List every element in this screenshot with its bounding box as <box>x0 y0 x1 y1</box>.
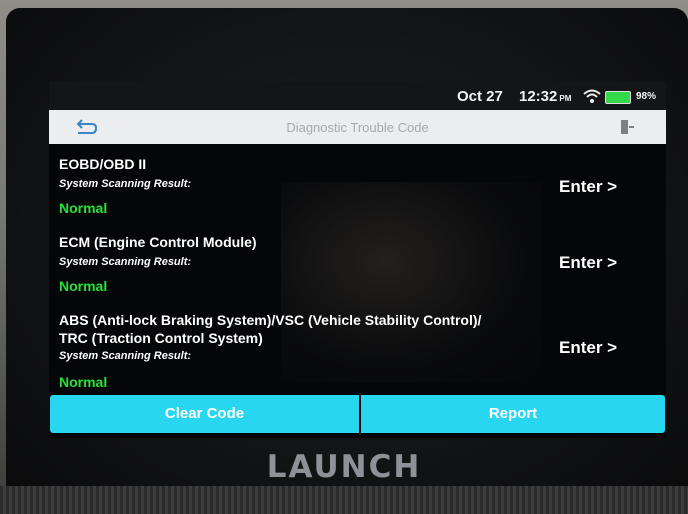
device-rim <box>0 486 688 514</box>
title-bar: Diagnostic Trouble Code <box>49 110 666 144</box>
status-date: Oct 27 <box>457 88 503 105</box>
system-name-abs-line1: ABS (Anti-lock Braking System)/VSC (Vehi… <box>59 312 482 328</box>
battery-icon <box>605 91 631 104</box>
scan-result-label: System Scanning Result: <box>59 178 192 190</box>
enter-button-abs[interactable]: Enter > <box>559 338 617 358</box>
scan-result-value: Normal <box>59 200 108 216</box>
scan-result-value: Normal <box>59 278 108 294</box>
scan-result-label: System Scanning Result: <box>59 350 192 362</box>
clear-code-button[interactable]: Clear Code <box>50 395 359 433</box>
enter-button-eobd[interactable]: Enter > <box>559 177 617 197</box>
brand-logo: LAUNCH <box>266 449 422 485</box>
scan-result-value: Normal <box>59 374 108 390</box>
system-name-abs-line2: TRC (Traction Control System) <box>59 330 263 346</box>
wifi-icon <box>583 89 601 103</box>
status-time: 12:32 PM <box>519 88 571 105</box>
report-button[interactable]: Report <box>361 395 665 433</box>
system-name-ecm: ECM (Engine Control Module) <box>59 234 257 250</box>
status-bar: Oct 27 12:32 PM 98% <box>49 82 666 110</box>
exit-icon[interactable] <box>619 118 635 136</box>
device-screen: Oct 27 12:32 PM 98% Diagnostic Trouble Co… <box>49 82 666 438</box>
system-name-eobd: EOBD/OBD II <box>59 156 147 172</box>
battery-percent: 98% <box>636 91 657 102</box>
status-clock: 12:32 <box>519 88 558 105</box>
page-title: Diagnostic Trouble Code <box>286 120 429 135</box>
action-bar: Clear Code Report <box>50 395 665 433</box>
status-ampm: PM <box>559 94 572 103</box>
scan-result-label: System Scanning Result: <box>59 256 192 268</box>
enter-button-ecm[interactable]: Enter > <box>559 253 617 273</box>
screen-reflection <box>281 182 541 382</box>
